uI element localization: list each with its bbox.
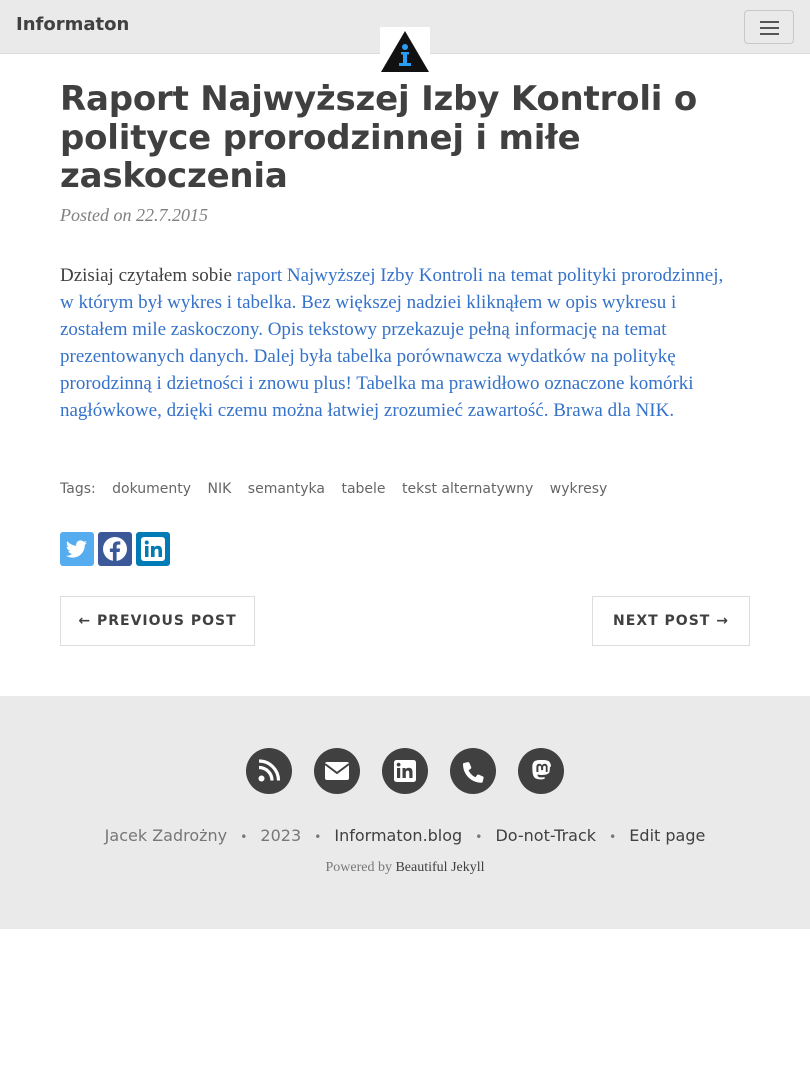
linkedin-link[interactable] xyxy=(382,748,428,794)
powered-by-prefix: Powered by xyxy=(325,860,396,875)
next-post-button[interactable]: NEXT POST → xyxy=(592,596,750,646)
mastodon-icon xyxy=(532,760,551,780)
rss-icon xyxy=(258,759,281,782)
info-triangle-logo xyxy=(381,31,429,72)
tag-link[interactable]: tekst alternatywny xyxy=(402,481,533,497)
mastodon-link[interactable] xyxy=(518,748,564,794)
share-linkedin-button[interactable] xyxy=(136,532,170,566)
tag-link[interactable]: dokumenty xyxy=(112,481,191,497)
footer-social-links xyxy=(246,748,564,794)
phone-icon xyxy=(463,762,484,783)
copyright-year: 2023 xyxy=(260,826,302,845)
rss-link[interactable] xyxy=(246,748,292,794)
linkedin-icon xyxy=(141,537,165,561)
separator: • xyxy=(314,830,322,844)
tag-link[interactable]: NIK xyxy=(208,481,232,497)
post-intro-text: Dzisiaj czytałem sobie xyxy=(60,265,237,286)
post-header: Raport Najwyższej Izby Kontroli o polity… xyxy=(60,80,750,226)
linkedin-icon xyxy=(394,760,416,782)
edit-page-link[interactable]: Edit page xyxy=(629,826,705,845)
share-facebook-button[interactable] xyxy=(98,532,132,566)
footer-copyright: Jacek Zadrożny • 2023 • Informaton.blog … xyxy=(0,826,810,845)
envelope-icon xyxy=(324,762,350,780)
site-footer: Jacek Zadrożny • 2023 • Informaton.blog … xyxy=(0,696,810,929)
tags-list: Tags: dokumenty NIK semantyka tabele tek… xyxy=(60,481,619,497)
site-brand-link[interactable]: Informaton xyxy=(16,14,129,35)
tag-link[interactable]: tabele xyxy=(341,481,385,497)
author-name: Jacek Zadrożny xyxy=(104,826,228,845)
post-date: Posted on 22.7.2015 xyxy=(60,204,208,225)
share-buttons xyxy=(60,532,170,566)
separator: • xyxy=(475,830,483,844)
previous-post-button[interactable]: ← PREVIOUS POST xyxy=(60,596,255,646)
separator: • xyxy=(609,830,617,844)
post-body-link[interactable]: raport Najwyższej Izby Kontroli na temat… xyxy=(60,265,723,421)
separator: • xyxy=(240,830,248,844)
twitter-icon xyxy=(66,540,87,558)
hamburger-icon xyxy=(760,21,779,23)
share-twitter-button[interactable] xyxy=(60,532,94,566)
tag-link[interactable]: semantyka xyxy=(248,481,325,497)
tag-link[interactable]: wykresy xyxy=(550,481,607,497)
post-title: Raport Najwyższej Izby Kontroli o polity… xyxy=(60,79,698,196)
site-logo[interactable] xyxy=(380,27,430,74)
menu-toggle-button[interactable] xyxy=(744,10,794,44)
beautiful-jekyll-link[interactable]: Beautiful Jekyll xyxy=(395,860,484,875)
facebook-icon xyxy=(103,537,127,561)
site-link[interactable]: Informaton.blog xyxy=(334,826,462,845)
powered-by: Powered by Beautiful Jekyll xyxy=(0,860,810,876)
post-body: Dzisiaj czytałem sobie raport Najwyższej… xyxy=(60,262,740,424)
do-not-track-link[interactable]: Do-not-Track xyxy=(495,826,596,845)
tags-label: Tags: xyxy=(60,481,96,497)
email-link[interactable] xyxy=(314,748,360,794)
phone-link[interactable] xyxy=(450,748,496,794)
